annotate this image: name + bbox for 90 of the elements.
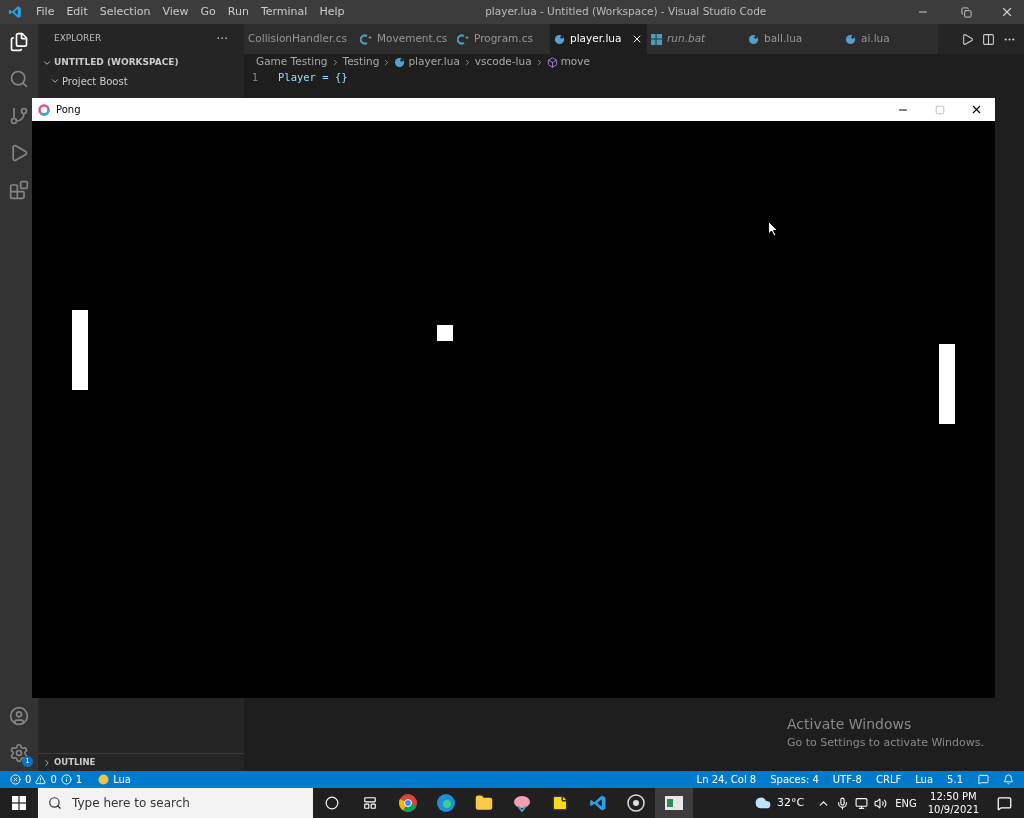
status-item[interactable]: Spaces: 4 <box>765 772 824 787</box>
edge-icon[interactable] <box>437 794 455 812</box>
mouse-pointer-icon <box>768 221 778 237</box>
close-icon[interactable] <box>1000 5 1014 19</box>
warning-icon <box>35 774 47 785</box>
weather-icon[interactable] <box>754 795 771 811</box>
menu-item[interactable]: Edit <box>60 3 94 21</box>
files-icon[interactable] <box>9 32 29 52</box>
c-letter-icon <box>360 33 372 45</box>
more-actions[interactable]: ··· <box>216 30 228 48</box>
microphone-icon[interactable] <box>836 796 850 810</box>
notifications-icon[interactable] <box>997 795 1012 811</box>
extensions-icon[interactable] <box>9 180 29 200</box>
status-item[interactable]: 5.1 <box>942 772 968 787</box>
status-language[interactable]: Lua <box>113 772 131 787</box>
status-item[interactable]: Lua <box>910 772 939 787</box>
moon-icon <box>748 33 759 45</box>
activation-title: Activate Windows <box>786 714 913 734</box>
branch-icon[interactable] <box>9 106 29 126</box>
ring-icon <box>38 103 50 116</box>
moon-icon <box>394 56 406 68</box>
breadcrumb[interactable]: Testing <box>342 54 380 70</box>
folder-icon[interactable] <box>475 794 493 812</box>
editor-tab[interactable]: CollisionHandler.cs <box>244 24 356 54</box>
editor-logo-icon <box>8 5 22 19</box>
chrome-icon[interactable] <box>399 794 417 812</box>
bell-icon[interactable] <box>1003 774 1014 785</box>
editor-tab[interactable]: Movement.cs <box>356 24 453 54</box>
run-icon[interactable] <box>961 32 974 46</box>
game-window-title: Pong <box>56 103 81 117</box>
info-icon <box>60 774 72 785</box>
search-icon <box>48 796 62 810</box>
split-editor-icon[interactable] <box>982 32 995 46</box>
c-letter-icon <box>457 33 469 45</box>
activation-hint: Go to Settings to activate Windows. <box>786 734 984 751</box>
menu-item[interactable]: Selection <box>93 3 157 21</box>
status-item[interactable]: UTF-8 <box>827 772 867 787</box>
status-item[interactable]: Ln 24, Col 8 <box>691 772 762 787</box>
input-language[interactable]: ENG <box>895 795 917 811</box>
window-title: player.lua - Untitled (Workspace) - Visual Studio Code <box>484 4 768 20</box>
cortana-icon[interactable] <box>325 796 339 810</box>
breadcrumb[interactable]: move <box>560 54 590 70</box>
task-view-icon[interactable] <box>363 796 377 810</box>
breadcrumb[interactable]: vscode-lua <box>474 54 532 70</box>
warning-count[interactable]: 0 <box>50 772 57 787</box>
cube-icon <box>546 56 558 68</box>
info-count[interactable]: 1 <box>75 772 83 787</box>
editor-tab[interactable]: ball.lua <box>744 24 841 54</box>
status-item[interactable]: CRLF <box>870 772 907 787</box>
folder-item[interactable]: Project Boost <box>38 72 244 90</box>
code-editor-icon[interactable] <box>589 794 607 812</box>
recorder-icon[interactable] <box>627 794 645 812</box>
menu-item[interactable]: File <box>30 3 61 21</box>
error-count[interactable]: 0 <box>25 772 32 787</box>
error-icon <box>10 774 21 785</box>
volume-icon[interactable] <box>874 796 888 810</box>
search-icon[interactable] <box>9 69 29 89</box>
workspace-header[interactable]: UNTITLED (WORKSPACE) <box>38 54 244 72</box>
menu-item[interactable]: Help <box>313 3 351 21</box>
taskbar-search-field[interactable]: Type here to search <box>38 788 313 818</box>
breadcrumb[interactable]: player.lua <box>408 54 460 70</box>
menu-item[interactable]: Run <box>221 3 255 21</box>
settings-icon[interactable] <box>9 743 29 763</box>
line-number: 1 <box>250 70 259 86</box>
menu-item[interactable]: View <box>156 3 195 21</box>
window-app-icon <box>665 796 683 810</box>
moon-icon <box>845 33 856 45</box>
panel-title: EXPLORER <box>54 32 102 46</box>
editor-tab[interactable]: Program.cs <box>453 24 550 54</box>
restore-icon[interactable] <box>961 6 972 18</box>
feedback-icon[interactable] <box>978 774 989 785</box>
menu-item[interactable]: Terminal <box>254 3 314 21</box>
active-app-button[interactable] <box>655 788 693 818</box>
sticky-note-icon[interactable] <box>551 794 569 812</box>
windows-icon <box>651 33 662 45</box>
temperature[interactable]: 32°C <box>776 794 805 812</box>
chevron-icon <box>42 757 52 768</box>
network-icon[interactable] <box>855 796 869 810</box>
breadcrumb[interactable]: Game Testing <box>256 54 328 70</box>
editor-tab[interactable]: player.lua <box>550 24 647 54</box>
close-icon[interactable] <box>970 103 983 116</box>
account-icon[interactable] <box>9 706 29 726</box>
close-icon[interactable] <box>631 33 643 45</box>
editor-tab[interactable]: run.bat <box>647 24 744 54</box>
menu-item[interactable]: Go <box>194 3 222 21</box>
clock[interactable]: 12:50 PM 10/9/2021 <box>927 790 979 816</box>
code-line: Player = {} <box>278 70 348 86</box>
start-icon[interactable] <box>12 796 26 810</box>
moon-icon <box>554 33 565 45</box>
editor-tab[interactable]: ai.lua <box>841 24 938 54</box>
